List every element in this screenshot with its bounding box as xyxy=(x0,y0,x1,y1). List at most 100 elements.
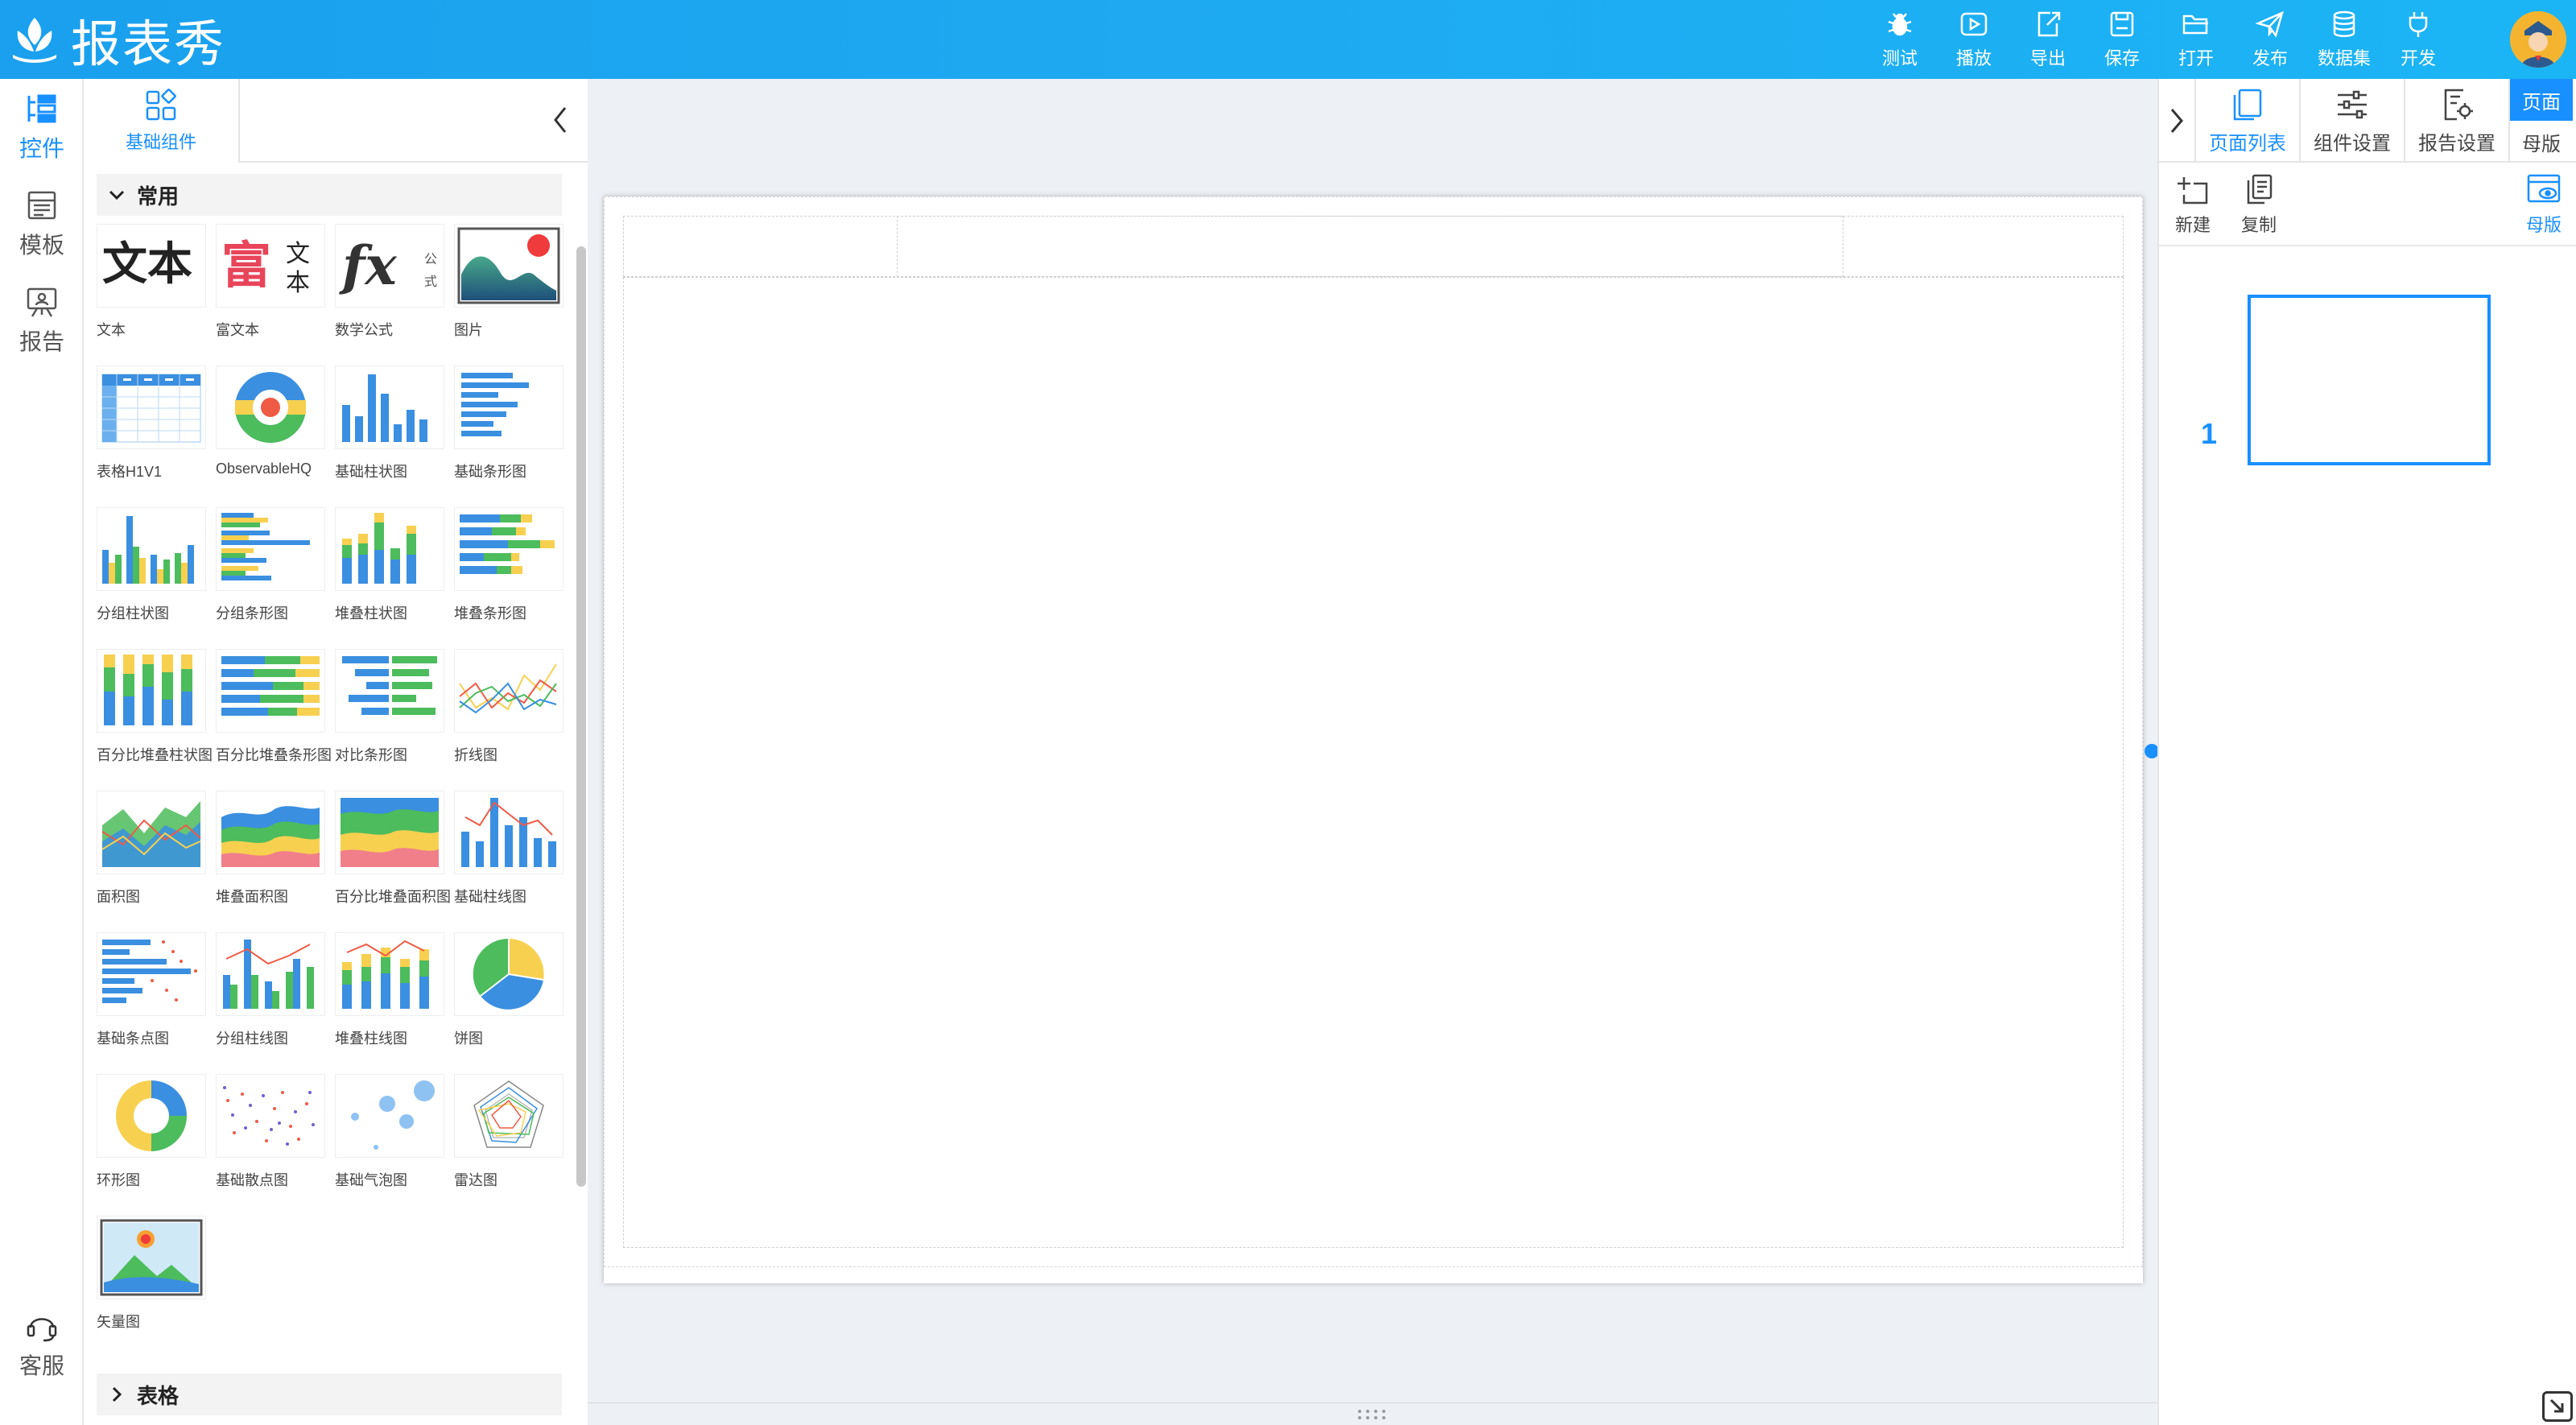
app-header: 报表秀 测试 播放 导出 保存 打开 发布 数据集 开发 xyxy=(0,0,2576,79)
report-icon xyxy=(27,287,57,317)
component-rich-text[interactable]: 富 文 本 富文本 xyxy=(216,224,335,366)
publish-button[interactable]: 发布 xyxy=(2233,0,2307,79)
component-image[interactable]: 图片 xyxy=(454,224,573,366)
export-icon xyxy=(2037,11,2061,37)
component-grouped-bar-line[interactable]: 分组柱线图 xyxy=(216,932,335,1074)
user-avatar[interactable] xyxy=(2510,11,2566,68)
component-line[interactable]: 折线图 xyxy=(454,649,573,791)
right-panel: 页面列表 组件设置 报告设置 页面 母版 新建 复制 母版 1 xyxy=(2157,79,2576,1425)
tab-report-settings[interactable]: 报告设置 xyxy=(2405,79,2510,163)
component-area[interactable]: 面积图 xyxy=(97,791,216,932)
component-panel-scrollbar[interactable] xyxy=(576,246,586,1187)
rich-text-thumb-icon: 富 文 本 xyxy=(221,236,310,297)
component-bar-dot[interactable]: 基础条点图 xyxy=(97,932,216,1074)
bar-dot-thumb-icon xyxy=(102,940,197,1003)
component-table[interactable]: 表格H1V1 xyxy=(97,366,216,507)
app-logo[interactable]: 报表秀 xyxy=(8,8,225,73)
sliders-icon xyxy=(2338,90,2367,118)
tab-component-settings[interactable]: 组件设置 xyxy=(2301,79,2405,163)
component-thumb xyxy=(216,932,325,1016)
component-list: 常用 文本 文本 富 文 本 富文本 fx 公 式 数学公式 图片 表格H1V1… xyxy=(84,163,575,1425)
fullscreen-icon[interactable] xyxy=(2542,1391,2573,1422)
page-thumbnail[interactable] xyxy=(2248,295,2491,465)
component-thumb: 富 文 本 xyxy=(216,224,325,308)
components-icon xyxy=(146,89,176,121)
chevron-right-icon xyxy=(2170,109,2183,133)
section-header-common[interactable]: 常用 xyxy=(97,174,562,216)
rail-item-widgets[interactable]: 控件 xyxy=(0,79,84,176)
collapse-panel-icon[interactable] xyxy=(544,100,576,140)
basic-bar-thumb-icon xyxy=(342,374,427,442)
tab-basic-components[interactable]: 基础组件 xyxy=(84,79,240,163)
component-thumb xyxy=(454,366,564,449)
rail-item-reports[interactable]: 报告 xyxy=(0,272,84,369)
component-thumb xyxy=(335,791,444,874)
component-percent-stacked-hbar[interactable]: 百分比堆叠条形图 xyxy=(216,649,335,791)
component-vector[interactable]: 矢量图 xyxy=(97,1216,216,1357)
component-percent-stacked-area[interactable]: 百分比堆叠面积图 xyxy=(335,791,454,932)
component-stacked-hbar[interactable]: 堆叠条形图 xyxy=(454,507,573,649)
leaf-logo-icon xyxy=(13,18,56,63)
component-thumb xyxy=(216,649,325,733)
observablehq-thumb-icon xyxy=(235,372,306,443)
component-percent-stacked-bar[interactable]: 百分比堆叠柱状图 xyxy=(97,649,216,791)
svg-text:公: 公 xyxy=(424,251,437,266)
component-stacked-area[interactable]: 堆叠面积图 xyxy=(216,791,335,932)
expand-panel-button[interactable] xyxy=(2159,79,2196,163)
formula-thumb-icon: fx 公 式 xyxy=(339,234,437,297)
send-icon xyxy=(2255,10,2284,38)
component-grouped-hbar[interactable]: 分组条形图 xyxy=(216,507,335,649)
dataset-button[interactable]: 数据集 xyxy=(2307,0,2381,79)
percent-stacked-bar-thumb-icon xyxy=(104,655,192,725)
toggle-page[interactable]: 页面 xyxy=(2510,79,2573,121)
app-title: 报表秀 xyxy=(71,14,226,73)
chevron-down-icon xyxy=(109,190,125,200)
percent-stacked-hbar-thumb-icon xyxy=(221,656,320,716)
test-button[interactable]: 测试 xyxy=(1863,0,1937,79)
component-stacked-bar-line[interactable]: 堆叠柱线图 xyxy=(335,932,454,1074)
component-bubble[interactable]: 基础气泡图 xyxy=(335,1074,454,1216)
component-grouped-bar[interactable]: 分组柱状图 xyxy=(97,507,216,649)
line-thumb-icon xyxy=(459,663,557,714)
rail-item-templates[interactable]: 模板 xyxy=(0,176,84,272)
component-pie[interactable]: 饼图 xyxy=(454,932,573,1074)
stacked-bar-line-thumb-icon xyxy=(342,940,429,1009)
toggle-master[interactable]: 母版 xyxy=(2510,121,2573,163)
new-page-button[interactable]: 新建 xyxy=(2161,171,2225,238)
page-margin-outline xyxy=(604,196,2143,1267)
export-button[interactable]: 导出 xyxy=(2011,0,2085,79)
component-radar[interactable]: 雷达图 xyxy=(454,1074,573,1216)
component-text[interactable]: 文本 文本 xyxy=(97,224,216,366)
plug-icon xyxy=(2409,12,2428,37)
component-bar-line[interactable]: 基础柱线图 xyxy=(454,791,573,932)
save-icon xyxy=(2110,11,2134,37)
report-page-canvas[interactable] xyxy=(604,196,2143,1283)
tab-page-list[interactable]: 页面列表 xyxy=(2196,79,2301,163)
section-header-table[interactable]: 表格 xyxy=(97,1373,562,1415)
component-basic-bar[interactable]: 基础柱状图 xyxy=(335,366,454,507)
svg-text:文: 文 xyxy=(286,240,310,268)
svg-text:fx: fx xyxy=(339,234,397,297)
play-button[interactable]: 播放 xyxy=(1937,0,2011,79)
component-thumb xyxy=(216,507,325,591)
component-stacked-bar[interactable]: 堆叠柱状图 xyxy=(335,507,454,649)
page-number: 1 xyxy=(2201,417,2218,450)
component-thumb xyxy=(97,507,206,591)
component-scatter[interactable]: 基础散点图 xyxy=(216,1074,335,1216)
component-formula[interactable]: fx 公 式 数学公式 xyxy=(335,224,454,366)
component-basic-hbar[interactable]: 基础条形图 xyxy=(454,366,573,507)
open-button[interactable]: 打开 xyxy=(2159,0,2233,79)
area-thumb-icon xyxy=(101,801,201,867)
develop-button[interactable]: 开发 xyxy=(2381,0,2455,79)
component-donut[interactable]: 环形图 xyxy=(97,1074,216,1216)
copy-page-button[interactable]: 复制 xyxy=(2227,171,2291,238)
svg-text:富: 富 xyxy=(221,236,271,295)
save-button[interactable]: 保存 xyxy=(2085,0,2159,79)
master-view-button[interactable]: 母版 xyxy=(2512,171,2576,238)
table-thumb-icon xyxy=(101,374,201,443)
bottom-resize-bar[interactable] xyxy=(588,1402,2157,1425)
component-observablehq[interactable]: ObservableHQ xyxy=(216,366,335,507)
customer-service-button[interactable]: 客服 xyxy=(0,1296,84,1393)
component-compare-hbar[interactable]: 对比条形图 xyxy=(335,649,454,791)
component-thumb xyxy=(216,1074,325,1158)
